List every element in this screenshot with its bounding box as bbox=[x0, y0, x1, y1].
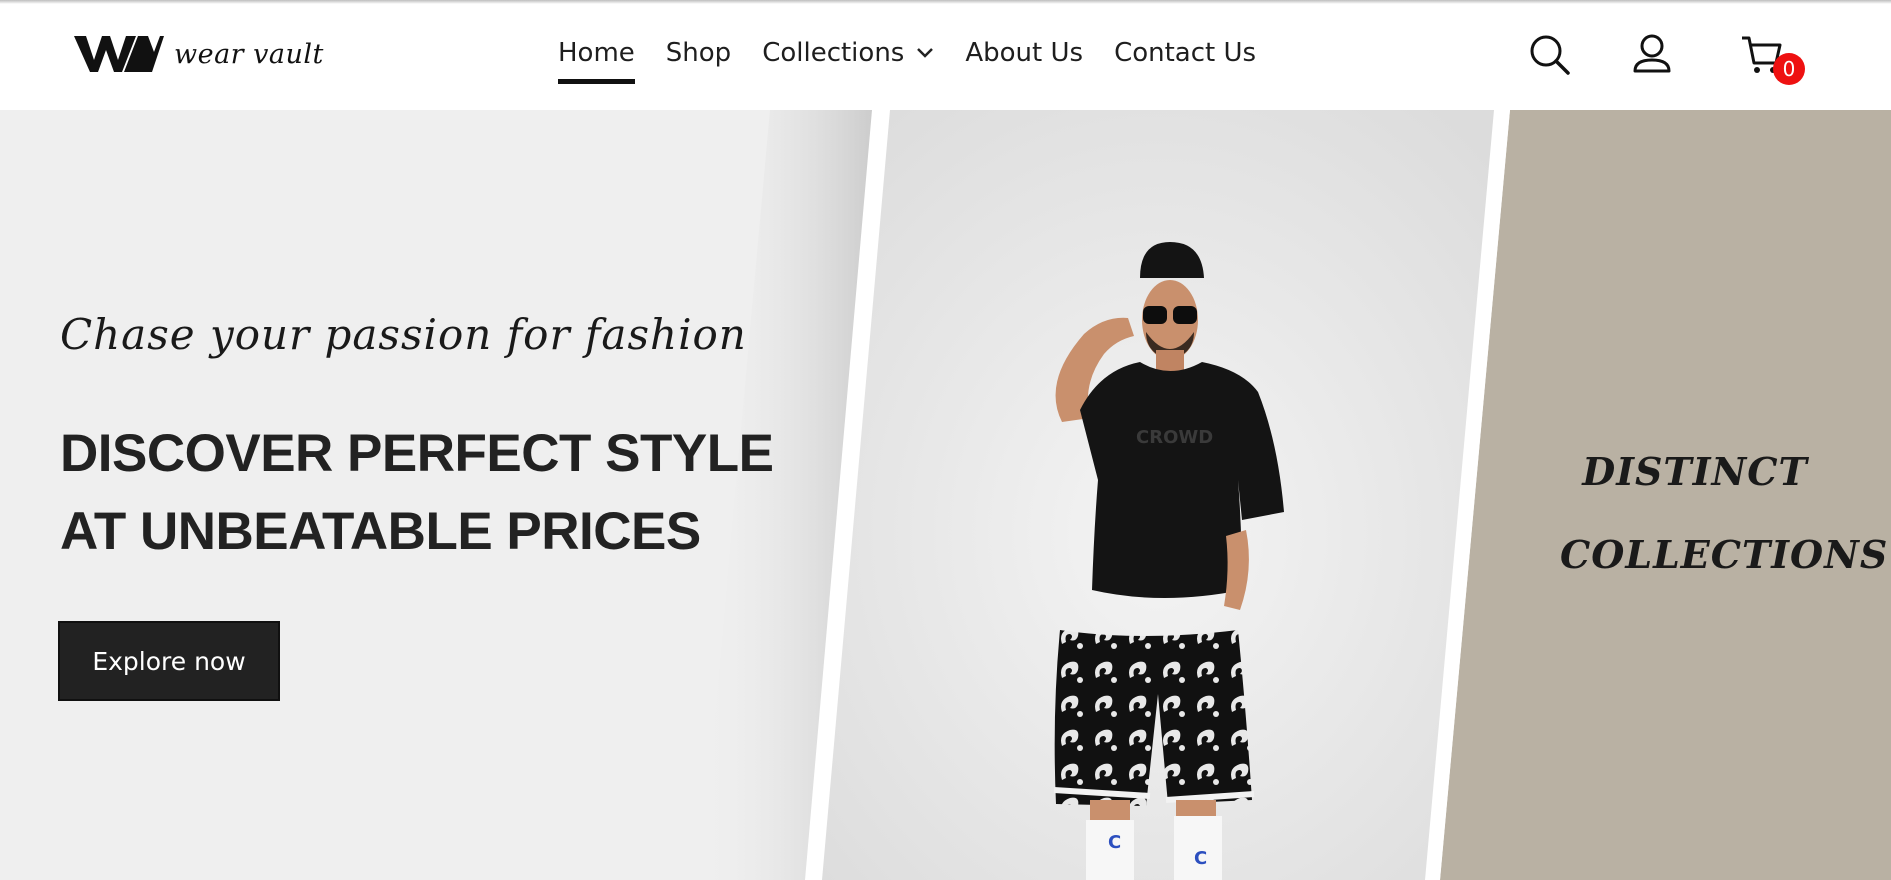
svg-text:C: C bbox=[1108, 832, 1121, 853]
explore-now-button[interactable]: Explore now bbox=[60, 623, 278, 699]
account-button[interactable] bbox=[1632, 33, 1672, 81]
distinct-collections-text[interactable]: DISTINCT COLLECTIONS bbox=[1560, 430, 1889, 596]
hero-banner: CROWD C C Chase your passion for fashion… bbox=[0, 110, 1891, 880]
wv-logo-mark-icon bbox=[74, 36, 164, 72]
chevron-down-icon bbox=[917, 48, 934, 58]
side-text-line-1: DISTINCT bbox=[1582, 449, 1808, 494]
nav-item-collections[interactable]: Collections bbox=[762, 38, 934, 68]
user-icon bbox=[1633, 34, 1671, 73]
nav-item-label: Collections bbox=[762, 38, 905, 68]
search-button[interactable] bbox=[1528, 33, 1572, 81]
main-nav: Home Shop Collections About Us Contact U… bbox=[558, 38, 1287, 84]
nav-item-home[interactable]: Home bbox=[558, 38, 635, 84]
cart-count-badge: 0 bbox=[1773, 53, 1805, 85]
hero-headline-line-1: DISCOVER PERFECT STYLE bbox=[60, 424, 774, 483]
nav-item-label: Home bbox=[558, 38, 635, 68]
nav-item-about-us[interactable]: About Us bbox=[965, 38, 1083, 68]
svg-text:CROWD: CROWD bbox=[1136, 427, 1213, 448]
nav-item-contact-us[interactable]: Contact Us bbox=[1114, 38, 1256, 68]
side-text-line-2: COLLECTIONS bbox=[1560, 532, 1889, 577]
hero-headline: DISCOVER PERFECT STYLE AT UNBEATABLE PRI… bbox=[60, 415, 820, 571]
header-top-shadow bbox=[0, 0, 1891, 4]
hero-headline-line-2: AT UNBEATABLE PRICES bbox=[60, 502, 701, 561]
hero-tagline: Chase your passion for fashion bbox=[60, 310, 747, 359]
search-icon bbox=[1530, 35, 1570, 75]
nav-item-label: Shop bbox=[665, 38, 732, 68]
site-header: wear vault Home Shop Collections About U… bbox=[0, 0, 1891, 110]
svg-text:C: C bbox=[1194, 848, 1207, 869]
nav-item-label: Contact Us bbox=[1114, 38, 1257, 68]
brand-logo[interactable]: wear vault bbox=[74, 34, 324, 74]
nav-item-shop[interactable]: Shop bbox=[666, 38, 731, 68]
brand-name: wear vault bbox=[174, 38, 324, 70]
nav-item-label: About Us bbox=[965, 38, 1084, 68]
